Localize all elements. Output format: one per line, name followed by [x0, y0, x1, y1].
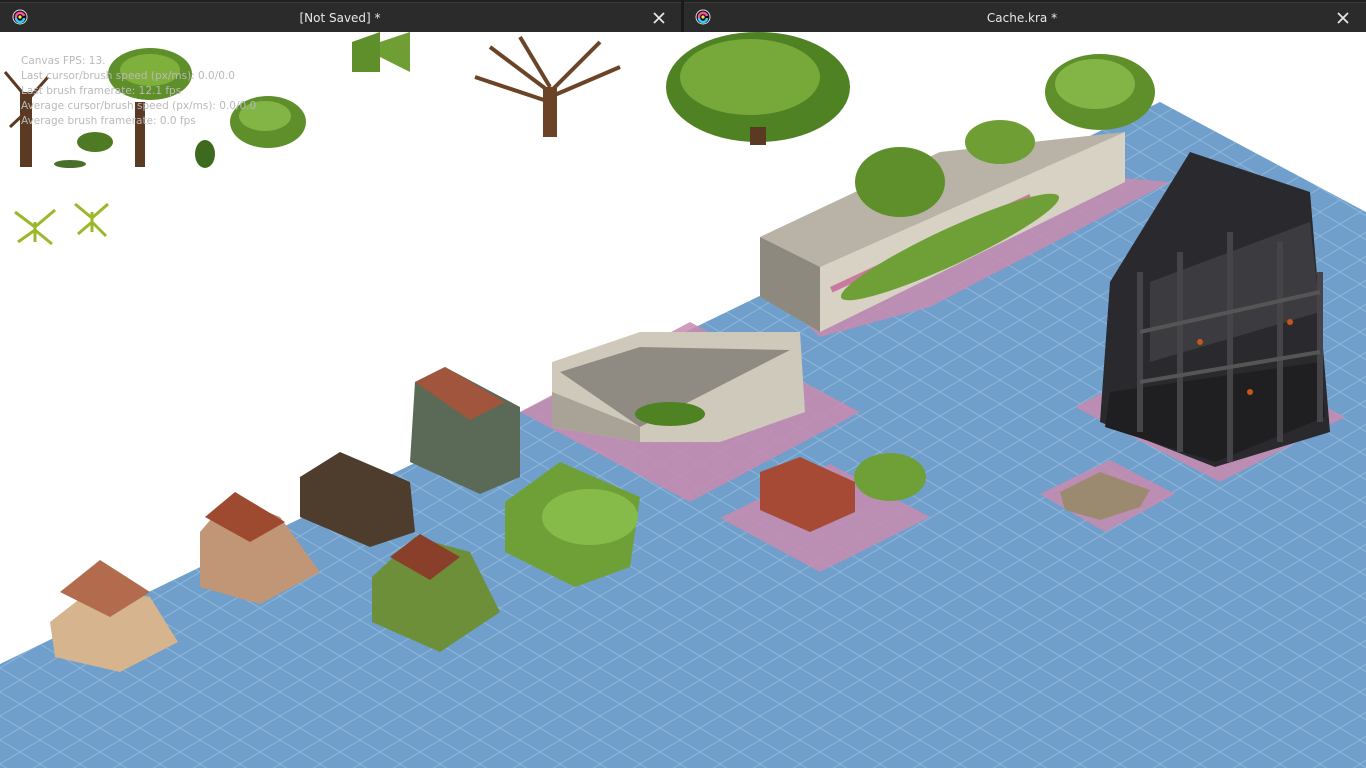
close-icon[interactable]: [1334, 9, 1352, 27]
avg-speed-text: Average cursor/brush speed (px/ms): 0.0/…: [21, 100, 257, 112]
close-icon[interactable]: [650, 9, 668, 27]
last-speed-text: Last cursor/brush speed (px/ms): 0.0/0.0: [21, 70, 235, 82]
tab-title: [Not Saved] *: [299, 11, 381, 25]
tab-title: Cache.kra *: [986, 11, 1058, 25]
last-framerate-text: Last brush framerate: 12.1 fps: [21, 85, 182, 97]
drawing-canvas[interactable]: Canvas FPS: 13. Last cursor/brush speed …: [0, 32, 1366, 768]
tab-cache-kra[interactable]: Cache.kra *: [684, 2, 1366, 33]
document-tab-bar: [Not Saved] * Cache.kra *: [0, 0, 1366, 33]
krita-logo-icon: [695, 9, 711, 25]
canvas-artwork: [0, 32, 1366, 768]
performance-overlay: Canvas FPS: 13. Last cursor/brush speed …: [21, 54, 256, 129]
canvas-fps-text: Canvas FPS: 13.: [21, 55, 106, 67]
tab-not-saved[interactable]: [Not Saved] *: [0, 2, 681, 33]
avg-framerate-text: Average brush framerate: 0.0 fps: [21, 115, 196, 127]
krita-logo-icon: [12, 9, 28, 25]
